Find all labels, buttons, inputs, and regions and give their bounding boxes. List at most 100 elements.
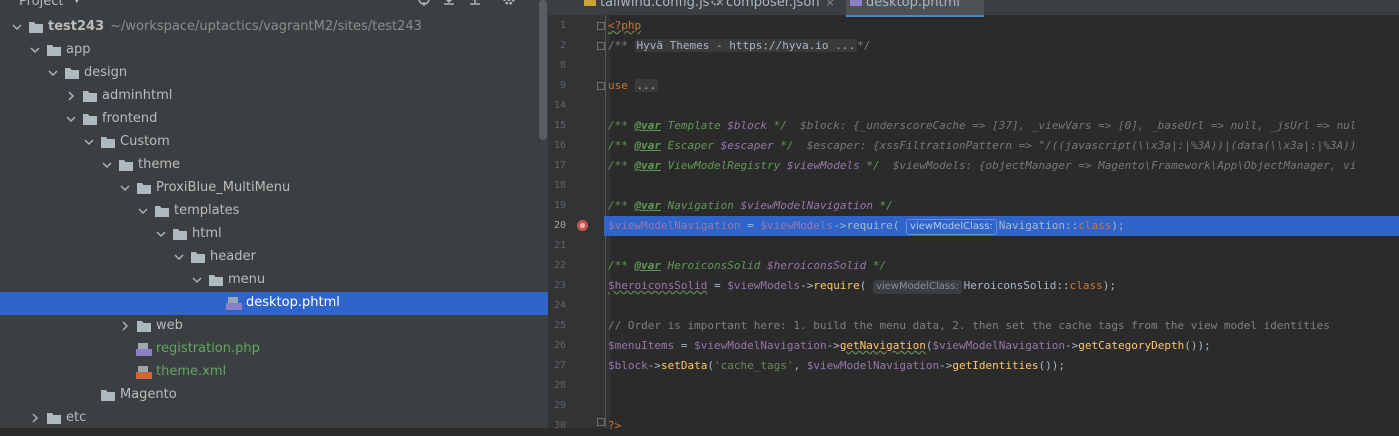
use-keyword: use <box>608 79 628 92</box>
code-line-26[interactable]: $menuItems = $viewModelNavigation->getNa… <box>608 336 1211 356</box>
chevron-down-icon[interactable] <box>174 252 184 262</box>
class-keyword: class <box>1078 219 1112 232</box>
chevron-down-icon[interactable] <box>120 183 130 193</box>
gear-icon[interactable] <box>501 0 517 7</box>
variable: $viewModelNavigation <box>694 339 827 352</box>
breakpoint-icon[interactable] <box>577 220 588 231</box>
code-line-27[interactable]: $block->setData('cache_tags', $viewModel… <box>608 356 1065 376</box>
tree-item-label: theme <box>138 157 180 172</box>
line-number: 22 <box>553 260 566 271</box>
folded-imports[interactable]: ... <box>634 79 659 92</box>
folder-icon <box>101 390 115 401</box>
chevron-down-icon[interactable] <box>30 45 40 55</box>
locate-icon[interactable] <box>416 0 432 7</box>
folder-icon <box>137 183 151 194</box>
tree-item[interactable]: Magento <box>0 384 548 407</box>
folded-docblock[interactable]: Hyvä Themes - https://hyva.io ... <box>634 39 858 52</box>
code-line-22[interactable]: /** @var HeroiconsSolid $heroiconsSolid … <box>608 256 886 276</box>
expand-all-icon[interactable] <box>441 0 457 7</box>
chevron-right-icon[interactable] <box>30 413 40 423</box>
folder-icon <box>65 68 79 79</box>
tree-item[interactable]: test243 ~/workspace/uptactics/vagrantM2/s… <box>0 16 548 39</box>
fold-marker[interactable] <box>597 82 605 90</box>
tree-item[interactable]: registration.php <box>0 338 548 361</box>
code-line-2[interactable]: /** Hyvä Themes - https://hyva.io ... */ <box>608 36 870 56</box>
close-icon[interactable]: × <box>826 0 835 9</box>
tree-item[interactable]: web <box>0 315 548 338</box>
fold-marker[interactable] <box>597 42 605 50</box>
chevron-down-icon[interactable] <box>48 68 58 78</box>
chevron-down-icon[interactable] <box>66 114 76 124</box>
variable: $block <box>608 359 648 372</box>
tree-item[interactable]: html <box>0 223 548 246</box>
doc-tag: @var <box>634 159 662 172</box>
line-number: 21 <box>553 240 566 251</box>
line-number: 15 <box>553 120 566 131</box>
code-line-17[interactable]: /** @var ViewModelRegistry $viewModels *… <box>608 156 1356 176</box>
chevron-right-icon[interactable] <box>120 321 130 331</box>
tree-item-label: etc <box>66 410 86 425</box>
tree-item[interactable]: ProxiBlue_MultiMenu <box>0 177 548 200</box>
fold-marker[interactable] <box>597 418 605 426</box>
tree-item-name: html <box>192 226 222 241</box>
fold-marker[interactable] <box>597 22 605 30</box>
comment-start: /** <box>608 39 635 52</box>
chevron-right-icon[interactable] <box>66 91 76 101</box>
line-number: 14 <box>553 100 566 111</box>
chevron-down-icon[interactable] <box>102 160 112 170</box>
line-number: 23 <box>553 280 566 291</box>
chevron-down-icon[interactable] <box>138 206 148 216</box>
chevron-down-icon[interactable] <box>12 22 22 32</box>
tree-item-label: app <box>66 42 90 57</box>
doc-var: $viewModelNavigation <box>740 199 873 212</box>
chevron-down-icon[interactable] <box>84 137 94 147</box>
tree-item[interactable]: app <box>0 39 548 62</box>
tab-label: composer.json <box>726 0 820 10</box>
tree-item[interactable]: theme.xml <box>0 361 548 384</box>
code-line-16[interactable]: /** @var Escaper $escaper */ $escaper: {… <box>608 136 1356 156</box>
chevron-down-icon[interactable] <box>156 229 166 239</box>
code-line-25[interactable]: // Order is important here: 1. build the… <box>608 316 1330 336</box>
tree-item-label: web <box>156 318 183 333</box>
tree-item-label: menu <box>228 272 265 287</box>
tab-desktop-phtml[interactable]: desktop.phtml <box>846 0 984 17</box>
code-line-15[interactable]: /** @var Template $block */ $block: {_un… <box>608 116 1356 136</box>
tree-item[interactable]: adminhtml <box>0 85 548 108</box>
code-line-20[interactable]: $viewModelNavigation = $viewModels->requ… <box>608 216 1125 236</box>
code-line-19[interactable]: /** @var Navigation $viewModelNavigation… <box>608 196 893 216</box>
tab-composer-json[interactable]: composer.json × <box>710 0 835 15</box>
code-line-23[interactable]: $heroiconsSolid = $viewModels->require( … <box>608 276 1116 296</box>
tree-item[interactable]: header <box>0 246 548 269</box>
chevron-down-icon[interactable]: ▼ <box>73 0 81 5</box>
php-file-icon <box>850 0 862 6</box>
line-number: 20 <box>553 220 566 231</box>
code-line-30[interactable]: ?> <box>608 416 621 436</box>
tree-item[interactable]: templates <box>0 200 548 223</box>
project-panel-title[interactable]: Project <box>19 0 63 9</box>
tab-tailwind-config[interactable]: tailwind.config.js × <box>584 0 725 15</box>
method-call: getNavigation <box>839 339 926 352</box>
folder-icon <box>209 275 223 286</box>
tree-item[interactable]: menu <box>0 269 548 292</box>
tree-item[interactable]: Custom <box>0 131 548 154</box>
tree-item[interactable]: theme <box>0 154 548 177</box>
doc-type: ViewModelRegistry <box>667 159 781 172</box>
tree-item-name: test243 <box>48 19 105 34</box>
folder-icon <box>47 45 61 56</box>
variable: $heroiconsSolid <box>608 279 708 292</box>
code-line-9[interactable]: use ... <box>608 76 659 96</box>
code-line-1[interactable]: <?php <box>608 16 641 36</box>
doc-var: $escaper <box>720 139 774 152</box>
tree-item-name: menu <box>228 272 266 287</box>
tree-item[interactable]: frontend <box>0 108 548 131</box>
parameter-hint: viewModelClass: <box>906 219 997 235</box>
tree-item-name: Magento <box>120 387 177 402</box>
tree-item[interactable]: desktop.phtml <box>0 292 548 315</box>
collapse-all-icon[interactable] <box>467 0 483 7</box>
tree-item[interactable]: design <box>0 62 548 85</box>
tree-item-name: theme <box>138 157 180 172</box>
project-tree-scrollbar[interactable] <box>539 0 547 140</box>
chevron-down-icon[interactable] <box>192 275 202 285</box>
tree-item[interactable]: etc <box>0 407 548 428</box>
method-call: setData <box>661 359 708 372</box>
